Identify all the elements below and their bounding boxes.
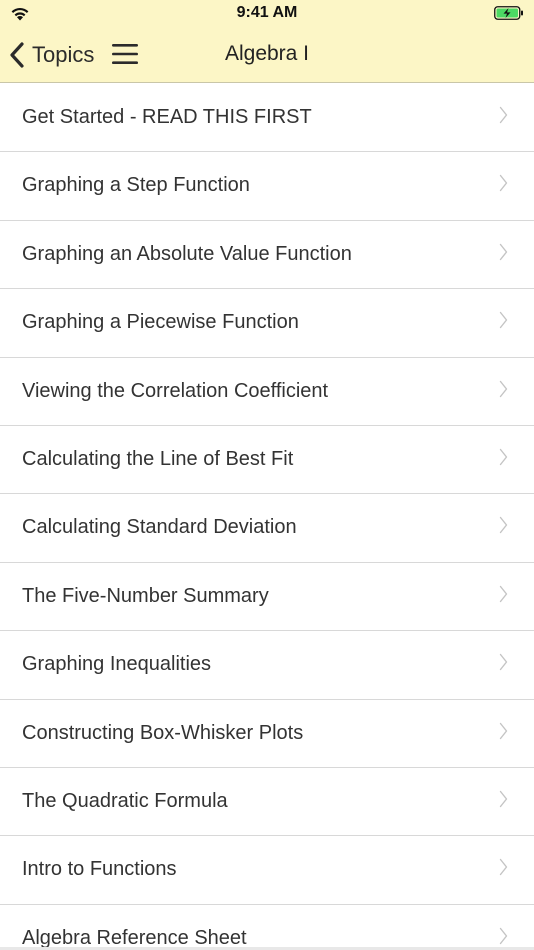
chevron-right-icon	[499, 790, 508, 808]
list-item[interactable]: Graphing an Absolute Value Function	[0, 220, 534, 290]
list-item-label: Get Started - READ THIS FIRST	[22, 106, 312, 128]
list-item[interactable]: Graphing a Step Function	[0, 152, 534, 221]
topic-list: Get Started - READ THIS FIRST Graphing a…	[0, 84, 534, 950]
chevron-right-icon	[499, 448, 508, 466]
chevron-right-icon	[499, 175, 508, 192]
list-item-label: Viewing the Correlation Coefficient	[22, 379, 329, 402]
chevron-right-icon	[499, 859, 508, 876]
chevron-right-icon	[499, 106, 508, 124]
list-item-label: Intro to Functions	[22, 858, 177, 881]
status-bar: 9:41 AM	[0, 0, 534, 28]
list-item-label: Calculating the Line of Best Fit	[22, 447, 294, 470]
list-item-label: Graphing a Piecewise Function	[22, 311, 299, 334]
chevron-left-icon	[10, 42, 24, 68]
screen: 9:41 AM Topics Algebra I Get Started - R…	[0, 0, 534, 950]
list-item[interactable]: Intro to Functions	[0, 836, 534, 905]
chevron-right-icon	[499, 585, 508, 602]
list-item-label: Calculating Standard Deviation	[22, 516, 297, 539]
list-item-label: Graphing a Step Function	[22, 174, 250, 197]
status-time: 9:41 AM	[236, 4, 298, 21]
list-item[interactable]: The Five-Number Summary	[0, 562, 534, 632]
list-item[interactable]: Algebra Reference Sheet	[0, 904, 534, 950]
list-item-label: Graphing an Absolute Value Function	[22, 242, 352, 265]
list-item-label: Graphing Inequalities	[22, 653, 212, 676]
chevron-right-icon	[499, 927, 508, 944]
list-item[interactable]: Get Started - READ THIS FIRST	[0, 84, 534, 153]
chevron-right-icon	[499, 311, 508, 329]
chevron-right-icon	[499, 722, 508, 739]
list-item[interactable]: The Quadratic Formula	[0, 767, 534, 837]
chevron-right-icon	[499, 380, 508, 397]
hamburger-menu-icon[interactable]	[110, 42, 140, 66]
list-item[interactable]: Viewing the Correlation Coefficient	[0, 357, 534, 426]
list-item[interactable]: Constructing Box-Whisker Plots	[0, 699, 534, 768]
back-button[interactable]: Topics	[8, 39, 94, 71]
list-item[interactable]: Graphing Inequalities	[0, 631, 534, 700]
chevron-right-icon	[499, 517, 508, 534]
list-item[interactable]: Calculating Standard Deviation	[0, 494, 534, 563]
list-item-label: The Five-Number Summary	[22, 584, 269, 607]
list-item[interactable]: Graphing a Piecewise Function	[0, 289, 534, 358]
chevron-right-icon	[499, 653, 508, 671]
list-item-label: Constructing Box-Whisker Plots	[22, 721, 304, 744]
navigation-bar: Topics Algebra I	[0, 28, 534, 82]
back-button-label: Topics	[32, 42, 95, 67]
list-item-label: The Quadratic Formula	[22, 789, 228, 812]
chevron-right-icon	[499, 243, 508, 260]
top-bar: 9:41 AM Topics Algebra I	[0, 0, 534, 83]
list-item[interactable]: Calculating the Line of Best Fit	[0, 425, 534, 495]
battery-charging-icon	[494, 6, 523, 20]
